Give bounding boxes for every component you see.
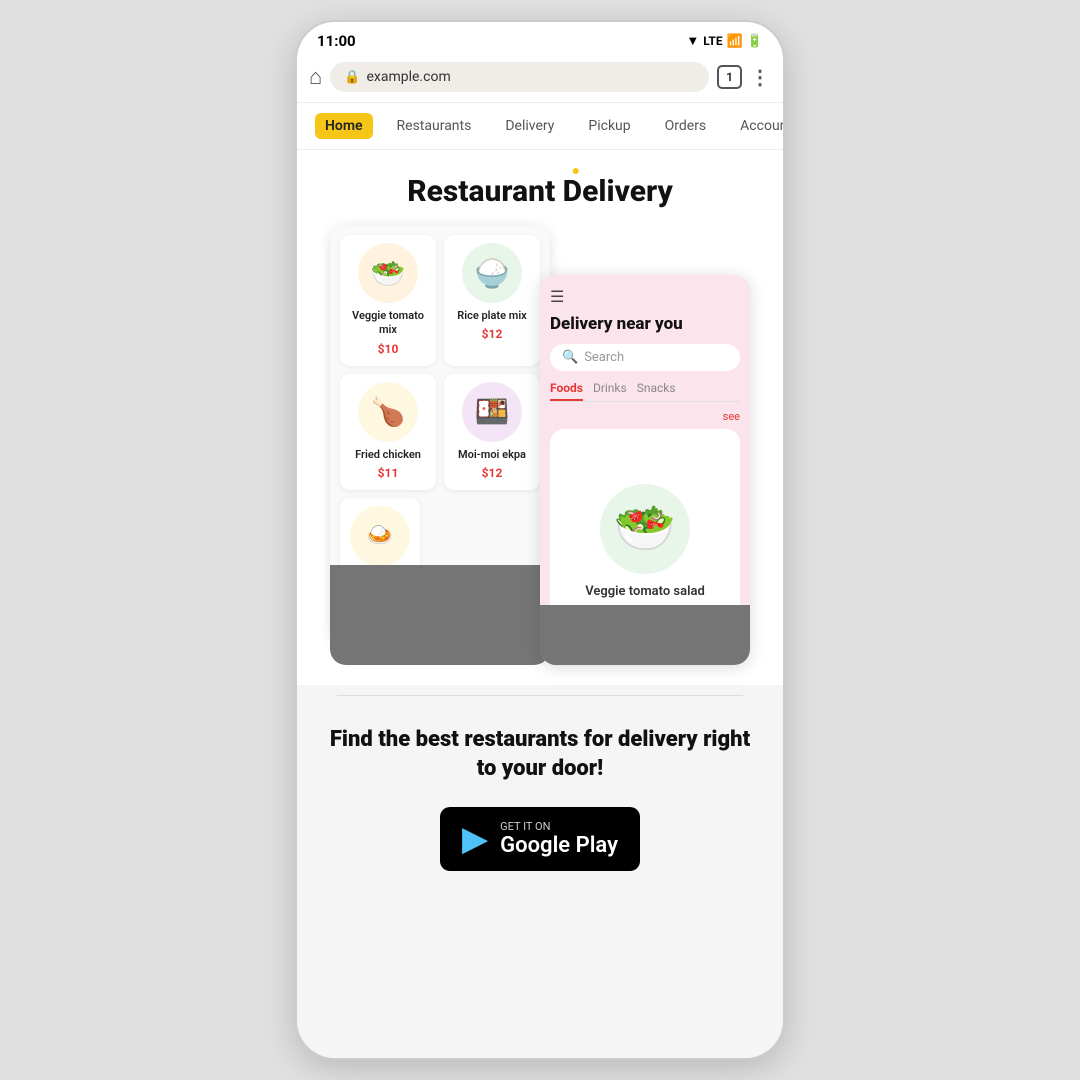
food-price-moi: $12 bbox=[452, 466, 532, 480]
tab-drinks[interactable]: Drinks bbox=[593, 381, 627, 401]
food-card-veggie[interactable]: 🥗 Veggie tomato mix $10 bbox=[340, 235, 436, 366]
tab-foods[interactable]: Foods bbox=[550, 381, 583, 401]
food-img-veggie: 🥗 bbox=[358, 243, 418, 303]
url-text: example.com bbox=[366, 69, 450, 85]
food-price-veggie: $10 bbox=[348, 342, 428, 356]
see-all-link[interactable]: see bbox=[550, 410, 740, 423]
home-icon[interactable]: ⌂ bbox=[309, 64, 322, 90]
food-img-moi: 🍱 bbox=[462, 382, 522, 442]
food-card-moi[interactable]: 🍱 Moi-moi ekpa $12 bbox=[444, 374, 540, 490]
section-divider bbox=[337, 695, 743, 696]
cta-text: Find the best restaurants for delivery r… bbox=[327, 726, 753, 783]
tab-snacks[interactable]: Snacks bbox=[637, 381, 676, 401]
hero-title: Restaurant D●elivery bbox=[407, 174, 673, 209]
phone-frame: 11:00 ▼ LTE 📶 🔋 ⌂ 🔒 example.com 1 ⋮ Home… bbox=[295, 20, 785, 1060]
gray-overlay-left bbox=[330, 565, 550, 665]
browser-bar: ⌂ 🔒 example.com 1 ⋮ bbox=[297, 56, 783, 103]
nav-orders[interactable]: Orders bbox=[655, 113, 717, 139]
cta-section: Find the best restaurants for delivery r… bbox=[297, 706, 783, 901]
category-tabs: Foods Drinks Snacks bbox=[550, 381, 740, 402]
wifi-icon: ▼ bbox=[686, 33, 699, 49]
google-play-label: Google Play bbox=[500, 833, 618, 858]
tab-button[interactable]: 1 bbox=[717, 65, 742, 89]
nav-pickup[interactable]: Pickup bbox=[578, 113, 640, 139]
search-placeholder: Search bbox=[584, 350, 624, 365]
food-name-moi: Moi-moi ekpa bbox=[452, 448, 532, 462]
search-bar[interactable]: 🔍 Search bbox=[550, 344, 740, 371]
status-icons: ▼ LTE 📶 🔋 bbox=[686, 33, 763, 49]
food-card-rice[interactable]: 🍚 Rice plate mix $12 bbox=[444, 235, 540, 366]
hamburger-icon[interactable]: ☰ bbox=[550, 287, 740, 306]
status-bar: 11:00 ▼ LTE 📶 🔋 bbox=[297, 22, 783, 56]
lte-label: LTE bbox=[703, 34, 722, 48]
food-name-fried: Fried chicken bbox=[348, 448, 428, 462]
lock-icon: 🔒 bbox=[344, 70, 360, 85]
nav-delivery[interactable]: Delivery bbox=[495, 113, 564, 139]
status-time: 11:00 bbox=[317, 32, 356, 50]
food-img-partial: 🍛 bbox=[350, 506, 410, 566]
food-card-fried[interactable]: 🍗 Fried chicken $11 bbox=[340, 374, 436, 490]
food-img-rice: 🍚 bbox=[462, 243, 522, 303]
search-icon: 🔍 bbox=[562, 350, 578, 365]
food-name-veggie: Veggie tomato mix bbox=[348, 309, 428, 338]
url-bar[interactable]: 🔒 example.com bbox=[330, 62, 709, 92]
food-grid: 🥗 Veggie tomato mix $10 🍚 Rice plate mix… bbox=[340, 235, 540, 490]
google-play-button[interactable]: ▶ GET IT ON Google Play bbox=[440, 807, 640, 871]
food-price-fried: $11 bbox=[348, 466, 428, 480]
gray-overlay-right bbox=[540, 605, 750, 665]
nav-account[interactable]: Account bbox=[730, 113, 783, 139]
hero-section: Restaurant D●elivery bbox=[297, 150, 783, 225]
browser-menu-icon[interactable]: ⋮ bbox=[750, 65, 771, 89]
site-nav: Home Restaurants Delivery Pickup Orders … bbox=[297, 103, 783, 150]
nav-restaurants[interactable]: Restaurants bbox=[387, 113, 482, 139]
nav-home[interactable]: Home bbox=[315, 113, 373, 139]
page-content: Home Restaurants Delivery Pickup Orders … bbox=[297, 103, 783, 1058]
screenshots-section: 🥗 Veggie tomato mix $10 🍚 Rice plate mix… bbox=[297, 225, 783, 685]
food-name-rice: Rice plate mix bbox=[452, 309, 532, 323]
get-it-on-label: GET IT ON bbox=[500, 820, 618, 833]
screenshots-wrapper: 🥗 Veggie tomato mix $10 🍚 Rice plate mix… bbox=[330, 225, 750, 665]
featured-food-img: 🥗 bbox=[600, 484, 690, 574]
featured-food-name: Veggie tomato salad bbox=[585, 584, 705, 599]
food-price-rice: $12 bbox=[452, 327, 532, 341]
google-play-text: GET IT ON Google Play bbox=[500, 820, 618, 858]
delivery-near-you-title: Delivery near you bbox=[550, 314, 740, 334]
food-img-fried: 🍗 bbox=[358, 382, 418, 442]
signal-icon: 📶 bbox=[727, 34, 743, 49]
battery-icon: 🔋 bbox=[747, 34, 763, 49]
play-triangle-icon: ▶ bbox=[462, 819, 488, 859]
